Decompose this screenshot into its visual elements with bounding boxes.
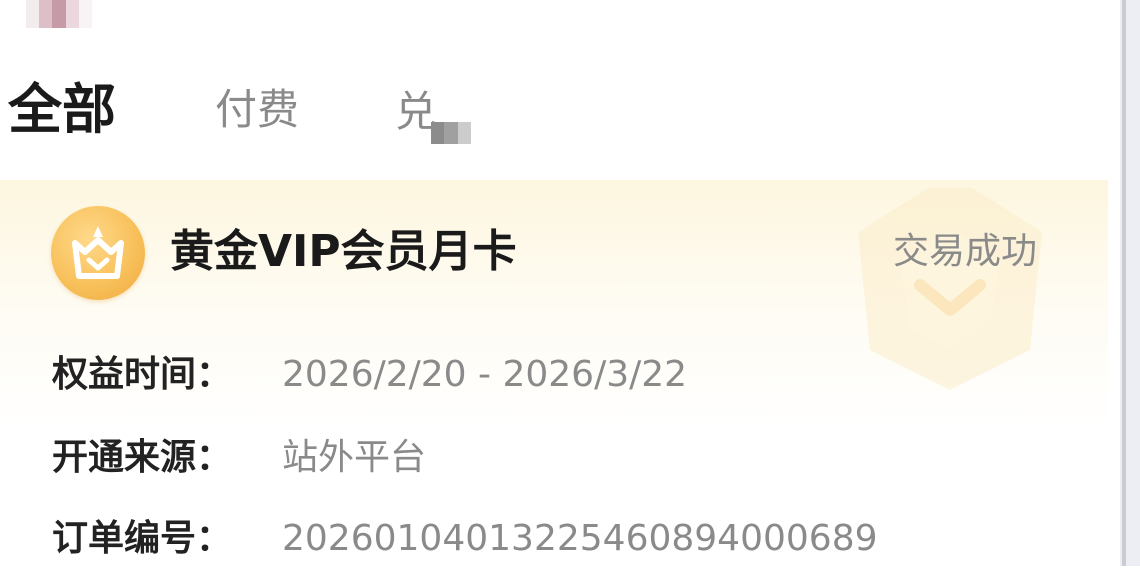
tab-obscured[interactable]: 兑 [395, 88, 473, 150]
order-number-label: 订单编号： [52, 518, 233, 559]
scrollbar-thumb[interactable] [1122, 0, 1126, 566]
scrollbar[interactable] [1120, 0, 1140, 566]
source-label: 开通来源： [52, 437, 233, 478]
tab-bar: 全部 付费 兑 [0, 70, 1120, 160]
redaction-mosaic [431, 122, 471, 144]
benefit-time-label: 权益时间： [52, 354, 233, 395]
tab-paid[interactable]: 付费 [215, 78, 299, 142]
tab-all[interactable]: 全部 [8, 78, 116, 142]
benefit-time-value: 2026/2/20 - 2026/3/22 [282, 354, 688, 395]
avatar [26, 0, 93, 28]
order-number-value[interactable]: 2026010401322546089400068​9 [282, 511, 878, 567]
status-text: 交易成功 [893, 231, 1038, 272]
product-title: 黄金VIP会员月卡 [170, 226, 517, 277]
crown-icon [51, 206, 145, 300]
crown-watermark-icon [858, 188, 1042, 390]
source-value: 站外平台 [282, 437, 427, 478]
order-card[interactable]: 黄金VIP会员月卡 交易成功 权益时间： 2026/2/20 - 2026/3/… [0, 180, 1108, 580]
